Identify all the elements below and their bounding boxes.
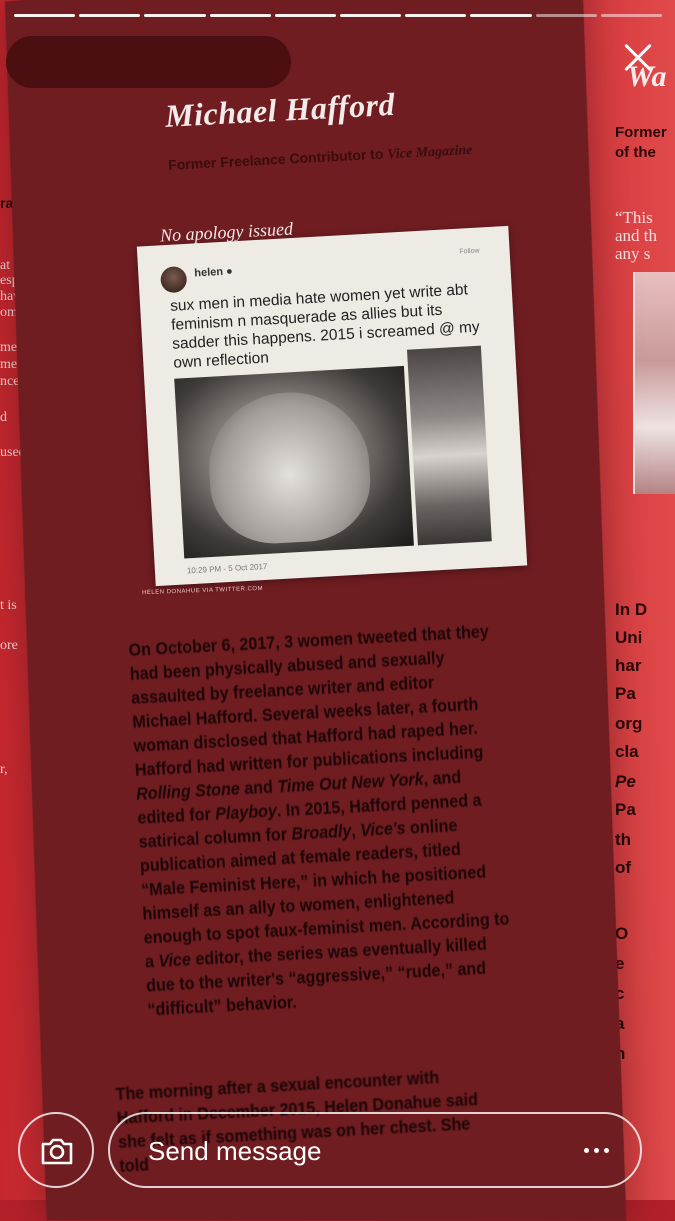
progress-segment: [470, 14, 532, 17]
tweet-handle-text: helen: [194, 265, 224, 280]
tweet-handle: helen ●: [194, 265, 233, 279]
right-fragment: any s: [615, 244, 651, 263]
right-fragment: of: [615, 858, 632, 877]
progress-segment: [600, 14, 663, 17]
right-fragment: of the: [615, 144, 656, 161]
right-fragment: In D: [615, 600, 648, 619]
body-italic: Time Out New York: [276, 768, 425, 797]
camera-button[interactable]: [18, 1112, 94, 1188]
right-page-photo: [633, 272, 675, 494]
tweet-side-photo: [406, 345, 492, 546]
progress-segment: [209, 14, 271, 17]
progress-segment: [144, 14, 206, 17]
body-italic: Vice's: [359, 817, 407, 841]
tweet-screenshot: helen ● Follow sux men in media hate wom…: [136, 225, 528, 587]
tweet-timestamp: 10:29 PM - 5 Oct 2017: [186, 561, 268, 576]
right-fragment: org: [615, 714, 643, 733]
right-fragment: har: [615, 656, 642, 675]
right-fragment: Pa: [615, 684, 636, 703]
body-italic: Rolling Stone: [135, 778, 241, 804]
subtitle-publication: Vice Magazine: [386, 142, 473, 163]
progress-segment: [274, 14, 337, 17]
avatar: [159, 265, 188, 294]
right-fragment: a: [615, 1014, 625, 1033]
story-progress-bar: [14, 14, 663, 17]
progress-segment: [535, 14, 597, 17]
progress-segment: [79, 14, 141, 17]
verified-icon: ●: [225, 265, 234, 278]
body-italic: Broadly: [290, 820, 352, 844]
body-text: On October 6, 2017, 3 women tweeted that…: [128, 621, 490, 780]
tweet-photo: [174, 365, 414, 559]
right-fragment: th: [615, 830, 632, 849]
progress-segment: [340, 14, 402, 17]
article-panel: [4, 0, 627, 1221]
right-fragment: c: [615, 984, 625, 1003]
send-message-input[interactable]: Send message: [108, 1112, 642, 1188]
right-fragment: Pa: [615, 800, 636, 819]
progress-segment: [14, 14, 76, 17]
right-fragment: n: [615, 1044, 675, 1064]
right-fragment: cla: [615, 742, 639, 761]
right-fragment: e: [615, 954, 625, 973]
camera-icon: [41, 1138, 73, 1165]
story-user-header[interactable]: [6, 36, 291, 88]
follow-label: Follow: [459, 247, 480, 256]
article-paragraph: On October 6, 2017, 3 women tweeted that…: [128, 619, 514, 1022]
right-fragment: and th: [615, 226, 658, 245]
right-fragment: Former: [615, 124, 667, 141]
progress-segment: [405, 14, 467, 17]
right-fragment: O: [615, 924, 629, 943]
body-italic: Playboy: [214, 800, 278, 824]
right-fragment: Uni: [615, 628, 643, 647]
face-image: [205, 388, 374, 547]
close-icon[interactable]: [616, 36, 660, 80]
body-italic: Vice: [157, 949, 192, 971]
send-message-placeholder: Send message: [148, 1136, 322, 1166]
more-options-icon[interactable]: [584, 1148, 610, 1154]
right-fragment: “This: [615, 208, 653, 227]
right-fragment: Pe: [615, 772, 636, 791]
body-text: and: [239, 776, 278, 799]
